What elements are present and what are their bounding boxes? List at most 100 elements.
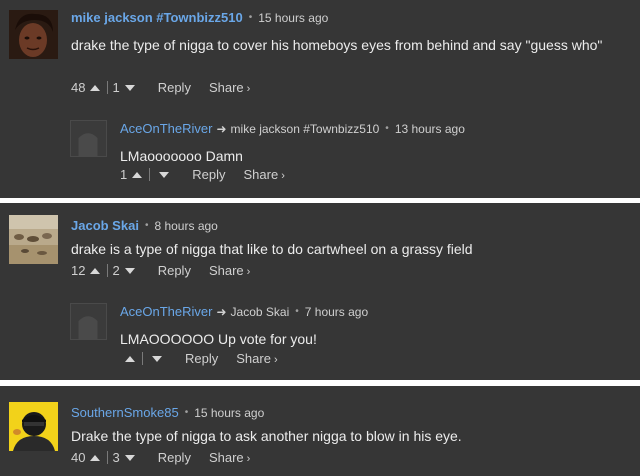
comment-actions: 1 Reply Share ›: [120, 167, 285, 182]
downvote-count: 1: [112, 80, 120, 95]
downvote-button[interactable]: [154, 171, 174, 178]
default-avatar-icon: [70, 303, 107, 340]
avatar[interactable]: [9, 215, 58, 264]
reply-button[interactable]: Reply: [158, 450, 191, 465]
separator-dot: •: [144, 220, 149, 231]
up-arrow-icon: [125, 355, 135, 362]
share-button[interactable]: Share ›: [209, 263, 250, 278]
chevron-right-icon: ›: [246, 83, 251, 95]
reply-comment: AceOnTheRiver ➜ Jacob Skai • 7 hours ago…: [70, 301, 630, 376]
share-button[interactable]: Share ›: [243, 167, 284, 182]
separator-dot: •: [248, 12, 253, 23]
comment-meta: SouthernSmoke85 • 15 hours ago: [71, 405, 264, 420]
comment-thread: SouthernSmoke85 • 15 hours ago Drake the…: [0, 386, 640, 476]
vote-divider: [149, 168, 151, 181]
comment-text: LMAOOOOOO Up vote for you!: [120, 331, 317, 347]
vote-divider: [107, 81, 109, 94]
upvote-button[interactable]: 12: [71, 263, 105, 278]
reply-to-name[interactable]: Jacob Skai: [231, 305, 290, 319]
comment-meta: AceOnTheRiver ➜ mike jackson #Townbizz51…: [120, 121, 465, 136]
comment: mike jackson #Townbizz510 • 15 hours ago…: [0, 0, 640, 110]
up-arrow-icon: [90, 454, 101, 461]
reply-to-name[interactable]: mike jackson #Townbizz510: [231, 122, 380, 136]
upvote-count: 12: [71, 263, 86, 278]
upvote-count: 40: [71, 450, 86, 465]
author-name[interactable]: AceOnTheRiver: [120, 121, 212, 136]
down-arrow-icon: [124, 267, 135, 274]
comment-meta: Jacob Skai • 8 hours ago: [71, 218, 218, 233]
vote-divider: [107, 451, 109, 464]
separator-dot: •: [385, 123, 389, 134]
share-label: Share: [208, 80, 244, 95]
upvote-count: 48: [71, 80, 86, 95]
timestamp[interactable]: 13 hours ago: [395, 122, 465, 136]
chevron-right-icon: ›: [246, 266, 251, 278]
reply-button[interactable]: Reply: [158, 263, 191, 278]
up-arrow-icon: [132, 171, 143, 178]
comment: Jacob Skai • 8 hours ago drake is a type…: [0, 203, 640, 288]
comment-actions: 12 2 Reply Share ›: [71, 263, 250, 278]
downvote-count: 2: [112, 263, 120, 278]
comment-text: LMaooooooo Damn: [120, 148, 243, 164]
comment-actions: Reply Share ›: [120, 351, 278, 366]
avatar[interactable]: [9, 402, 58, 451]
comment-actions: 48 1 Reply Share ›: [71, 80, 250, 95]
upvote-button[interactable]: 40: [71, 450, 105, 465]
reply-button[interactable]: Reply: [192, 167, 225, 182]
author-name[interactable]: mike jackson #Townbizz510: [71, 10, 243, 25]
upvote-count: 1: [120, 167, 128, 182]
comment-text: Drake the type of nigga to ask another n…: [71, 428, 462, 444]
share-label: Share: [236, 351, 271, 366]
up-arrow-icon: [90, 84, 101, 91]
share-button[interactable]: Share ›: [209, 80, 250, 95]
reply-comment: AceOnTheRiver ➜ mike jackson #Townbizz51…: [70, 118, 630, 193]
upvote-button[interactable]: [120, 355, 140, 362]
author-name[interactable]: AceOnTheRiver: [120, 304, 212, 319]
reply-button[interactable]: Reply: [158, 80, 191, 95]
share-button[interactable]: Share ›: [209, 450, 250, 465]
comment-thread: mike jackson #Townbizz510 • 15 hours ago…: [0, 0, 640, 198]
comment-meta: mike jackson #Townbizz510 • 15 hours ago: [71, 10, 328, 25]
downvote-button[interactable]: 1: [112, 80, 139, 95]
up-arrow-icon: [90, 267, 101, 274]
comment-text: drake is a type of nigga that like to do…: [71, 241, 473, 257]
upvote-button[interactable]: 48: [71, 80, 105, 95]
right-arrow-icon: ➜: [216, 121, 227, 136]
down-arrow-icon: [124, 84, 135, 91]
comment-actions: 40 3 Reply Share ›: [71, 450, 250, 465]
timestamp[interactable]: 15 hours ago: [194, 406, 264, 420]
down-arrow-icon: [124, 454, 135, 461]
comment: SouthernSmoke85 • 15 hours ago Drake the…: [0, 386, 640, 476]
separator-dot: •: [184, 407, 189, 418]
vote-divider: [142, 352, 143, 365]
author-name[interactable]: Jacob Skai: [71, 218, 139, 233]
right-arrow-icon: ➜: [216, 304, 227, 319]
chevron-right-icon: ›: [273, 354, 278, 366]
chevron-right-icon: ›: [281, 170, 285, 182]
share-label: Share: [243, 167, 279, 182]
downvote-button[interactable]: 2: [112, 263, 139, 278]
comment-meta: AceOnTheRiver ➜ Jacob Skai • 7 hours ago: [120, 304, 368, 319]
avatar[interactable]: [70, 303, 107, 340]
chevron-right-icon: ›: [246, 453, 251, 465]
down-arrow-icon: [159, 171, 170, 178]
comment-text: drake the type of nigga to cover his hom…: [71, 37, 603, 53]
timestamp[interactable]: 7 hours ago: [305, 305, 368, 319]
avatar[interactable]: [9, 10, 58, 59]
author-name[interactable]: SouthernSmoke85: [71, 405, 179, 420]
vote-divider: [107, 264, 109, 277]
down-arrow-icon: [152, 355, 162, 362]
share-button[interactable]: Share ›: [236, 351, 277, 366]
separator-dot: •: [295, 306, 299, 317]
downvote-button[interactable]: 3: [112, 450, 139, 465]
default-avatar-icon: [70, 120, 107, 157]
avatar[interactable]: [70, 120, 107, 157]
share-label: Share: [208, 263, 244, 278]
downvote-count: 3: [112, 450, 120, 465]
reply-button[interactable]: Reply: [185, 351, 218, 366]
comment-thread: Jacob Skai • 8 hours ago drake is a type…: [0, 203, 640, 380]
upvote-button[interactable]: 1: [120, 167, 147, 182]
timestamp[interactable]: 15 hours ago: [258, 11, 328, 25]
downvote-button[interactable]: [147, 355, 167, 362]
timestamp[interactable]: 8 hours ago: [154, 219, 217, 233]
